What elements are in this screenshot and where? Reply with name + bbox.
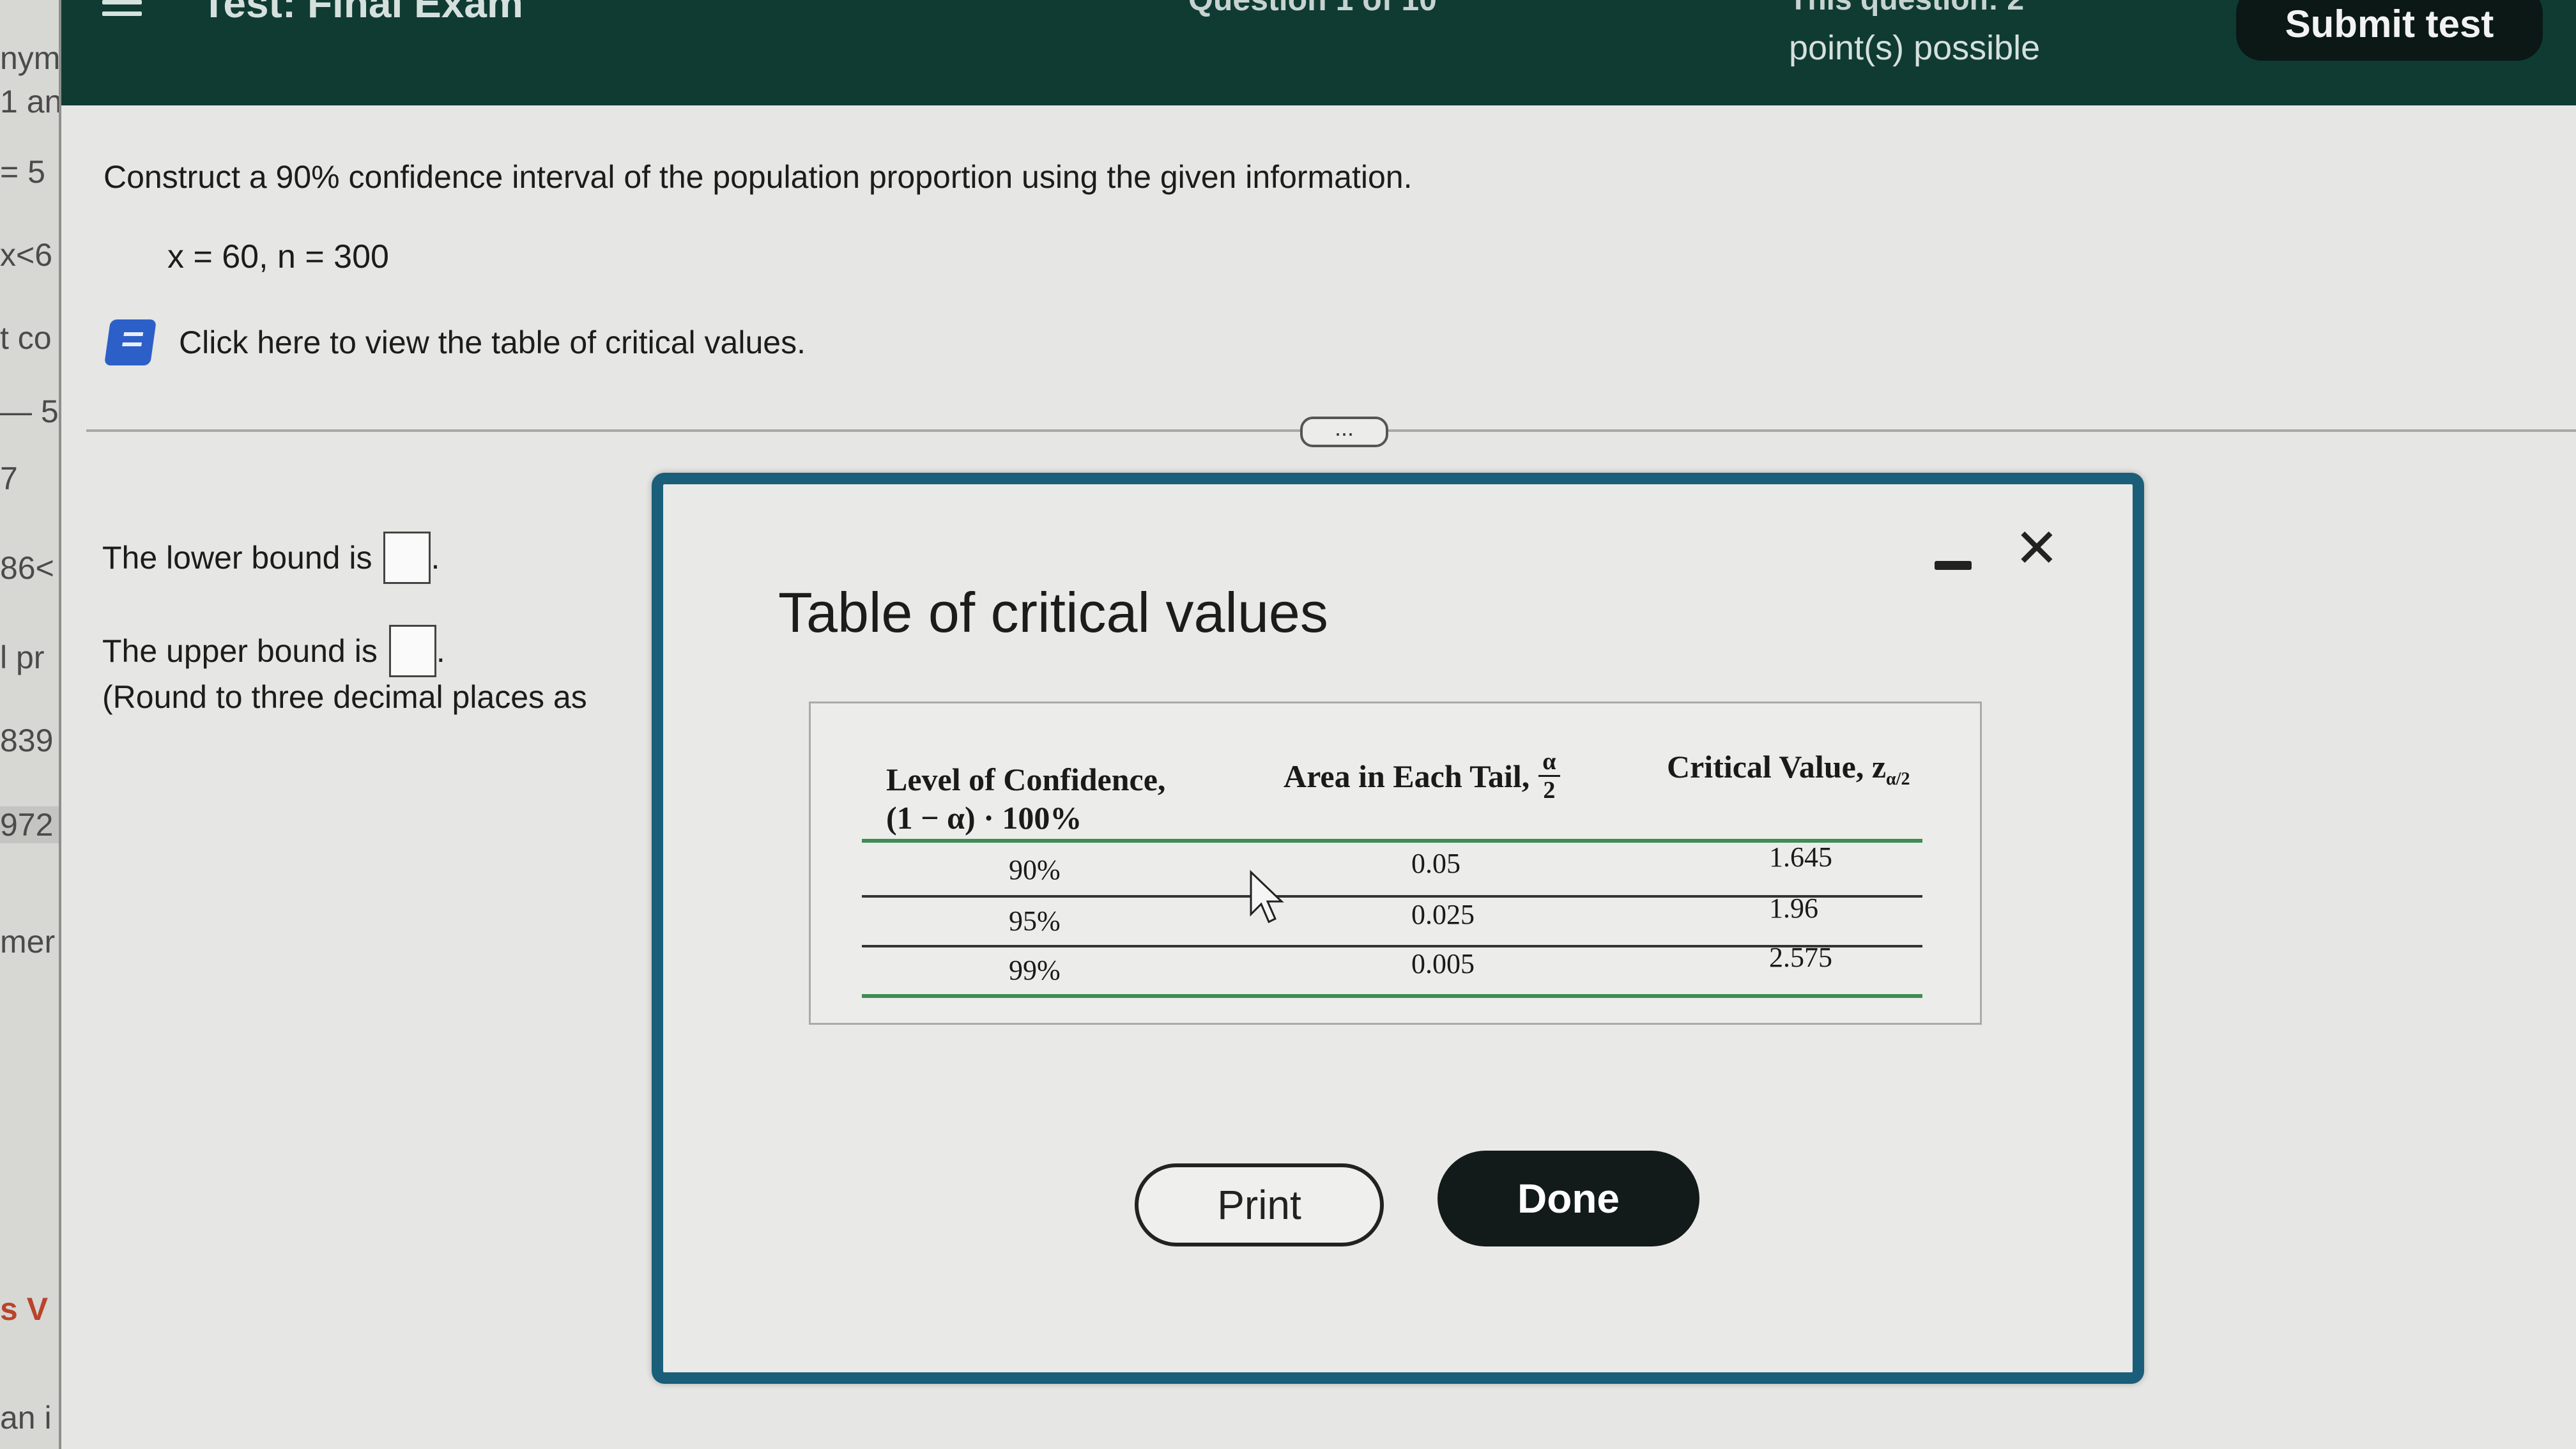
side-panel: nym 1 ans = 5 x<6 t co — 5 7 86< l pr 83… [0,0,61,1449]
minimize-icon[interactable] [1935,548,1973,580]
question-prompt: Construct a 90% confidence interval of t… [103,159,1413,195]
side-fragment: 86< [0,550,54,586]
print-button[interactable]: Print [1135,1163,1384,1246]
rounding-instruction: (Round to three decimal places as [102,679,587,715]
header-confidence-formula: (1 − α) · 100% [886,800,1082,836]
dialog-title: Table of critical values [778,581,1328,644]
critical-values-link-text[interactable]: Click here to view the table of critical… [179,324,806,361]
alpha-over-two: α 2 [1538,748,1560,804]
cell-area: 0.05 [1411,848,1460,879]
side-fragment: x<6 [0,237,53,273]
cell-area: 0.025 [1411,899,1475,930]
side-fragment: 839 [0,723,54,758]
side-fragment: l pr [0,640,45,675]
side-fragment: nym [0,40,61,76]
cell-area: 0.005 [1411,948,1475,979]
lower-bound-label: The lower bound is [102,540,372,576]
side-fragment: mer [0,924,56,960]
points-possible: point(s) possible [1789,29,2041,67]
hamburger-menu-icon[interactable] [102,0,142,19]
upper-bound-row: The upper bound is . [102,625,445,677]
cell-confidence: 95% [1009,905,1061,937]
submit-test-button[interactable]: Submit test [2236,0,2543,61]
side-fragment: s V [0,1291,49,1327]
done-button[interactable]: Done [1438,1151,1699,1246]
close-icon[interactable]: ✕ [2011,521,2062,575]
side-fragment: t co [0,320,52,356]
header-area-in-tail: Area in Each Tail, α 2 [1284,748,1560,804]
critical-values-dialog: ✕ Table of critical values Level of Conf… [652,473,2144,1384]
expand-more-button[interactable]: ... [1300,417,1388,447]
book-icon [103,319,157,365]
top-header: Test: Final Exam Question 1 of 10 This q… [0,0,2576,105]
critical-values-link[interactable]: Click here to view the table of critical… [103,319,806,365]
row-rule [862,895,1922,898]
cell-confidence: 90% [1009,854,1061,885]
lower-bound-row: The lower bound is . [102,532,440,584]
header-rule [862,839,1922,843]
lower-bound-input[interactable] [383,532,431,584]
upper-bound-input[interactable] [388,625,436,677]
cell-critical: 1.96 [1769,893,1818,924]
header-confidence: Level of Confidence, [886,762,1166,797]
cell-critical: 2.575 [1769,942,1832,973]
side-fragment: an i [0,1400,52,1436]
side-fragment: — 5 [0,394,59,429]
critical-values-table: Level of Confidence, (1 − α) · 100% Area… [809,702,1982,1025]
cell-confidence: 99% [1009,954,1061,986]
cell-critical: 1.645 [1769,841,1832,873]
upper-bound-label: The upper bound is [102,633,378,669]
bottom-rule [862,994,1922,998]
header-critical-value: Critical Value, zα/2 [1667,749,1910,789]
test-title: Test: Final Exam [201,0,523,26]
side-fragment: 972 [0,806,59,843]
this-question-label: This question: 2 [1789,0,2024,17]
side-fragment: 7 [0,461,18,496]
side-fragment: = 5 [0,154,45,190]
given-values: x = 60, n = 300 [167,238,389,275]
mouse-pointer-icon [1250,870,1284,924]
row-rule [862,945,1922,947]
question-navigator[interactable]: Question 1 of 10 [1188,0,1437,18]
side-fragment: 1 ans [0,84,61,119]
